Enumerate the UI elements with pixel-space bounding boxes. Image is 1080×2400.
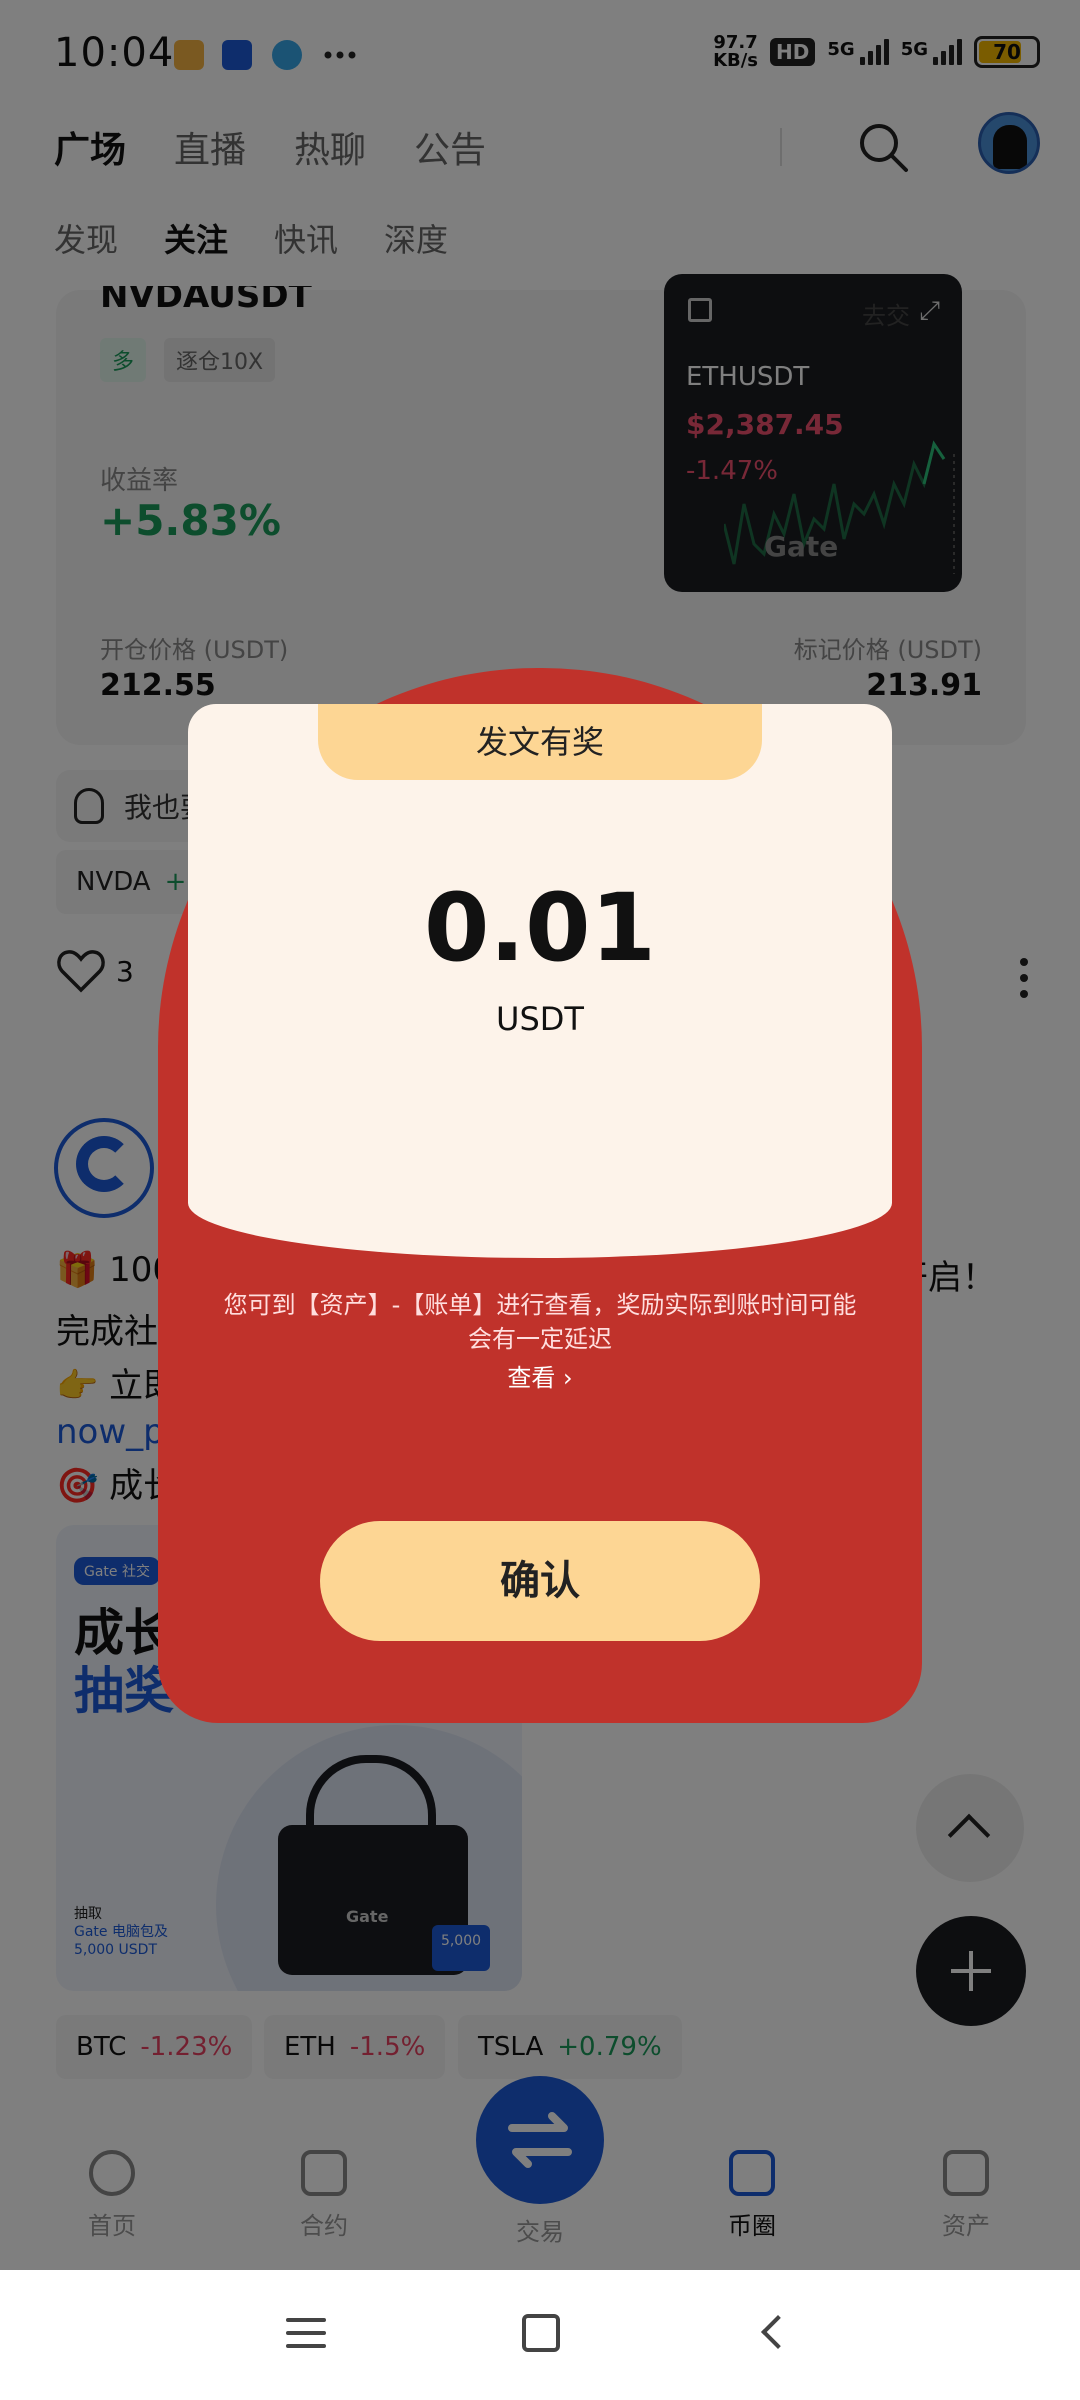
back-icon[interactable]	[761, 2315, 795, 2349]
reward-amount: 0.01	[424, 874, 656, 983]
view-bill-link[interactable]: 查看 ›	[158, 1358, 922, 1393]
reward-note: 您可到【资产】-【账单】进行查看，奖励实际到账时间可能 会有一定延迟	[223, 1291, 857, 1353]
reward-card-curve	[188, 1148, 892, 1258]
home-button-icon[interactable]	[522, 2314, 560, 2352]
chevron-right-icon: ›	[563, 1364, 573, 1392]
reward-unit: USDT	[496, 1000, 584, 1038]
reward-modal: 发文有奖 0.01 USDT 您可到【资产】-【账单】进行查看，奖励实际到账时间…	[158, 668, 922, 1723]
confirm-button[interactable]: 确认	[320, 1521, 760, 1641]
reward-header: 发文有奖	[318, 704, 762, 780]
reward-card: 发文有奖 0.01 USDT	[188, 704, 892, 1184]
system-navigation-bar	[0, 2270, 1080, 2400]
recent-apps-icon[interactable]	[286, 2318, 326, 2357]
